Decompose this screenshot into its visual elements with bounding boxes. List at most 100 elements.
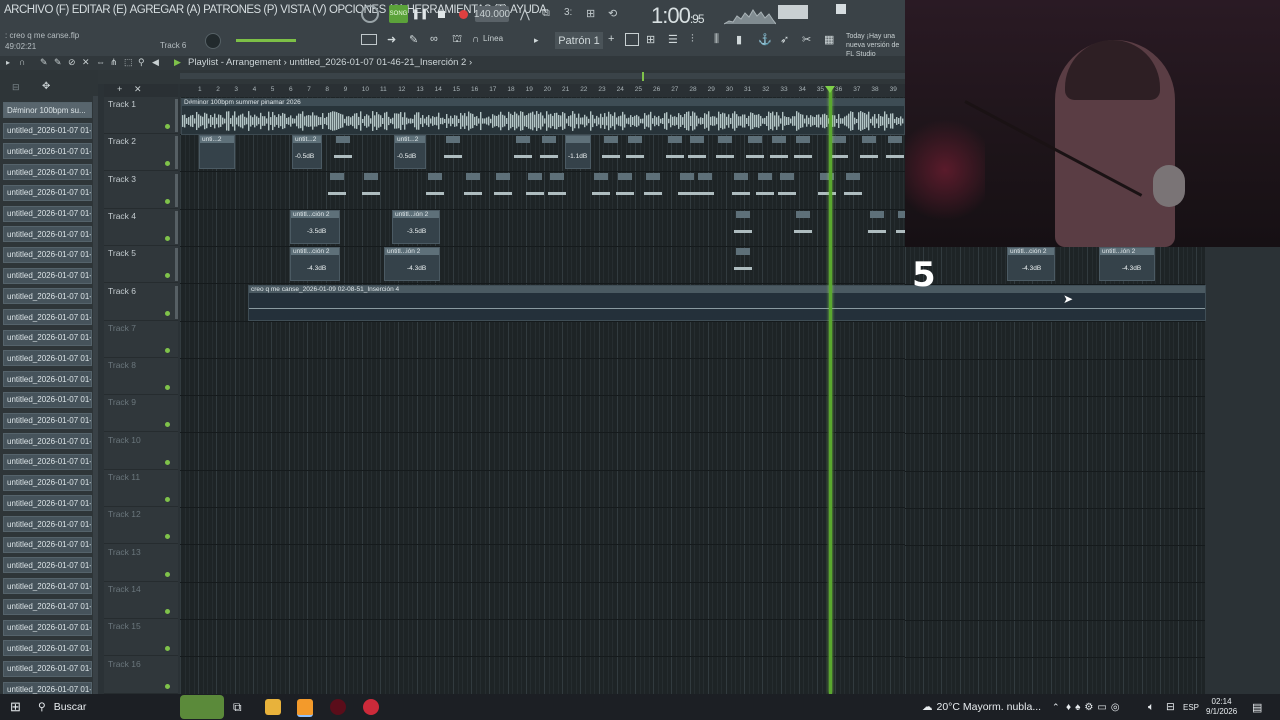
picker-item[interactable]: untitled_2026-01-07 01-... [3, 433, 92, 450]
picker-item[interactable]: untitled_2026-01-07 01-... [3, 246, 92, 263]
track-grip[interactable] [175, 285, 178, 319]
picker-item[interactable]: untitled_2026-01-07 01-... [3, 184, 92, 201]
track-mute-led[interactable] [165, 347, 170, 353]
track-grip[interactable] [175, 173, 178, 207]
clip-snippet[interactable] [628, 136, 642, 143]
picker-item[interactable]: untitled_2026-01-07 01-... [3, 516, 92, 532]
picker-scrollbar[interactable] [93, 96, 98, 694]
picker-item[interactable]: untitled_2026-01-07 01-... [3, 391, 92, 408]
keyboard-icon[interactable] [361, 34, 377, 45]
menu-arrow-icon[interactable]: ▸ [6, 58, 10, 67]
track-mute-led[interactable] [165, 235, 170, 241]
slip-tool-icon[interactable]: ⇔ [96, 57, 105, 67]
tray-app-icon[interactable]: ♦ [1066, 702, 1075, 713]
picker-item[interactable]: untitled_2026-01-07 01-... [3, 474, 92, 491]
track-mute-led[interactable] [165, 161, 170, 167]
tempo-tapper-icon[interactable]: ⫼ [714, 33, 719, 46]
track-header[interactable]: Track 14 [104, 582, 178, 619]
track-mute-led[interactable] [165, 273, 170, 279]
app-icon[interactable] [363, 699, 379, 715]
stamp-icon[interactable]: ⛫ [452, 33, 462, 47]
track-grip[interactable] [175, 136, 178, 170]
metronome-icon[interactable] [361, 5, 379, 23]
track-name[interactable]: Track 3 [108, 174, 136, 184]
clip-snippet[interactable] [446, 136, 460, 143]
record-button[interactable] [456, 6, 470, 22]
picker-item[interactable]: untitled_2026-01-07 01-... [3, 412, 92, 429]
blend-icon[interactable]: ⊞ [586, 7, 602, 20]
clip-snippet[interactable] [736, 248, 750, 255]
clip-snippet[interactable] [718, 136, 732, 143]
playback-tool-icon[interactable]: ◀ [152, 57, 159, 68]
audio-clip[interactable]: untitl...ción 2 -3.5dB [290, 210, 340, 244]
volume-icon[interactable]: 🔈︎ [1148, 694, 1154, 720]
clip-snippet[interactable] [646, 173, 660, 180]
track-name[interactable]: Track 6 [108, 286, 136, 296]
fl-studio-icon[interactable] [297, 699, 313, 717]
tray-app-icon[interactable]: ♠ [1075, 702, 1084, 713]
picker-move-icon[interactable]: ✥ [42, 81, 50, 92]
browser-icon[interactable]: ▮ [736, 33, 742, 46]
arrangement-name[interactable]: untitled_2026-01-07 01-46-21_Inserción 2 [289, 57, 466, 68]
clip-snippet[interactable] [364, 173, 378, 180]
track-name[interactable]: Track 11 [108, 472, 140, 482]
audio-clip[interactable]: untitl...ión 2 -4.3dB [384, 247, 440, 281]
channel-rack-icon[interactable]: ☰ [668, 33, 678, 46]
clip-snippet[interactable] [466, 173, 480, 180]
clip-snippet[interactable] [846, 173, 860, 180]
clip-snippet[interactable] [496, 173, 510, 180]
track-name[interactable]: Track 4 [108, 211, 136, 221]
tray-chevron-icon[interactable]: ⌃ [1052, 694, 1060, 720]
clip-snippet[interactable] [336, 136, 350, 143]
timeline-ruler[interactable]: 1 2 3 4 5 6 7 8 9 10 11 12 13 14 15 16 17 18 19 20 21 22 23 24 2… [180, 84, 915, 97]
track-header[interactable]: Track 8 [104, 358, 178, 396]
clip-snippet[interactable] [748, 136, 762, 143]
master-pitch-knob[interactable] [205, 33, 221, 49]
widget-icon[interactable] [180, 695, 224, 719]
file-explorer-icon[interactable] [265, 699, 281, 715]
clip-snippet[interactable] [698, 173, 712, 180]
track-header[interactable]: Track 4 [104, 209, 178, 246]
link-icon[interactable]: ∞ [430, 33, 438, 45]
clip-snippet[interactable] [516, 136, 530, 143]
snap-selector[interactable]: Línea [483, 34, 503, 43]
picker-item[interactable]: untitled_2026-01-07 01-... [3, 288, 92, 305]
audio-clip[interactable]: untitl...ción 2 -4.3dB [1007, 247, 1055, 281]
picker-item[interactable]: untitled_2026-01-07 01-... [3, 557, 92, 574]
picker-item[interactable]: untitled_2026-01-07 01-... [3, 536, 92, 553]
clip-snippet[interactable] [542, 136, 556, 143]
slice-tool-icon[interactable]: ⋔ [110, 57, 118, 68]
playhead[interactable] [829, 88, 832, 694]
magnet-tool-icon[interactable]: ∩ [19, 57, 25, 67]
picker-item[interactable]: untitled_2026-01-07 01-... [3, 143, 92, 160]
clip-snippet[interactable] [550, 173, 564, 180]
track-mute-led[interactable] [165, 459, 170, 465]
audio-clip[interactable]: -1.1dB [565, 135, 591, 169]
clip-snippet[interactable] [428, 173, 442, 180]
track-mute-led[interactable] [165, 124, 170, 129]
delete-tool-icon[interactable]: ⊘ [68, 57, 76, 68]
obs-icon[interactable] [330, 699, 346, 715]
clip-snippet[interactable] [758, 173, 772, 180]
countdown-icon[interactable]: 3: [564, 7, 580, 19]
tray-app-icon[interactable]: ◎ [1111, 702, 1124, 713]
mute-tool-icon[interactable]: ✕ [82, 57, 90, 68]
track-header[interactable]: Track 11 [104, 470, 178, 507]
menu-archivo[interactable]: ARCHIVO (F) [4, 4, 69, 22]
audio-clip[interactable]: untit...2 -0.5dB [292, 135, 322, 169]
track-mute-led[interactable] [165, 608, 170, 614]
picker-item[interactable]: untitled_2026-01-07 01-... [3, 226, 92, 243]
track-name[interactable]: Track 10 [108, 435, 141, 445]
mixer-icon[interactable]: ⫶ [691, 33, 694, 46]
track-name[interactable]: Track 7 [108, 323, 136, 333]
picker-scroll-icon[interactable]: ⊟ [12, 82, 20, 93]
arrangement-grid[interactable] [180, 97, 905, 694]
audio-clip[interactable]: untit...2 -0.5dB [394, 135, 426, 169]
picker-item[interactable]: untitled_2026-01-07 01-... [3, 495, 92, 512]
magnet-icon[interactable]: ∩ [472, 34, 479, 45]
picker-item[interactable]: D#minor 100bpm su... [3, 102, 92, 118]
picker-item[interactable]: untitled_2026-01-07 01-... [3, 205, 92, 222]
track-name[interactable]: Track 14 [108, 584, 141, 594]
track-grip[interactable] [175, 99, 178, 132]
clip-snippet[interactable] [736, 211, 750, 218]
